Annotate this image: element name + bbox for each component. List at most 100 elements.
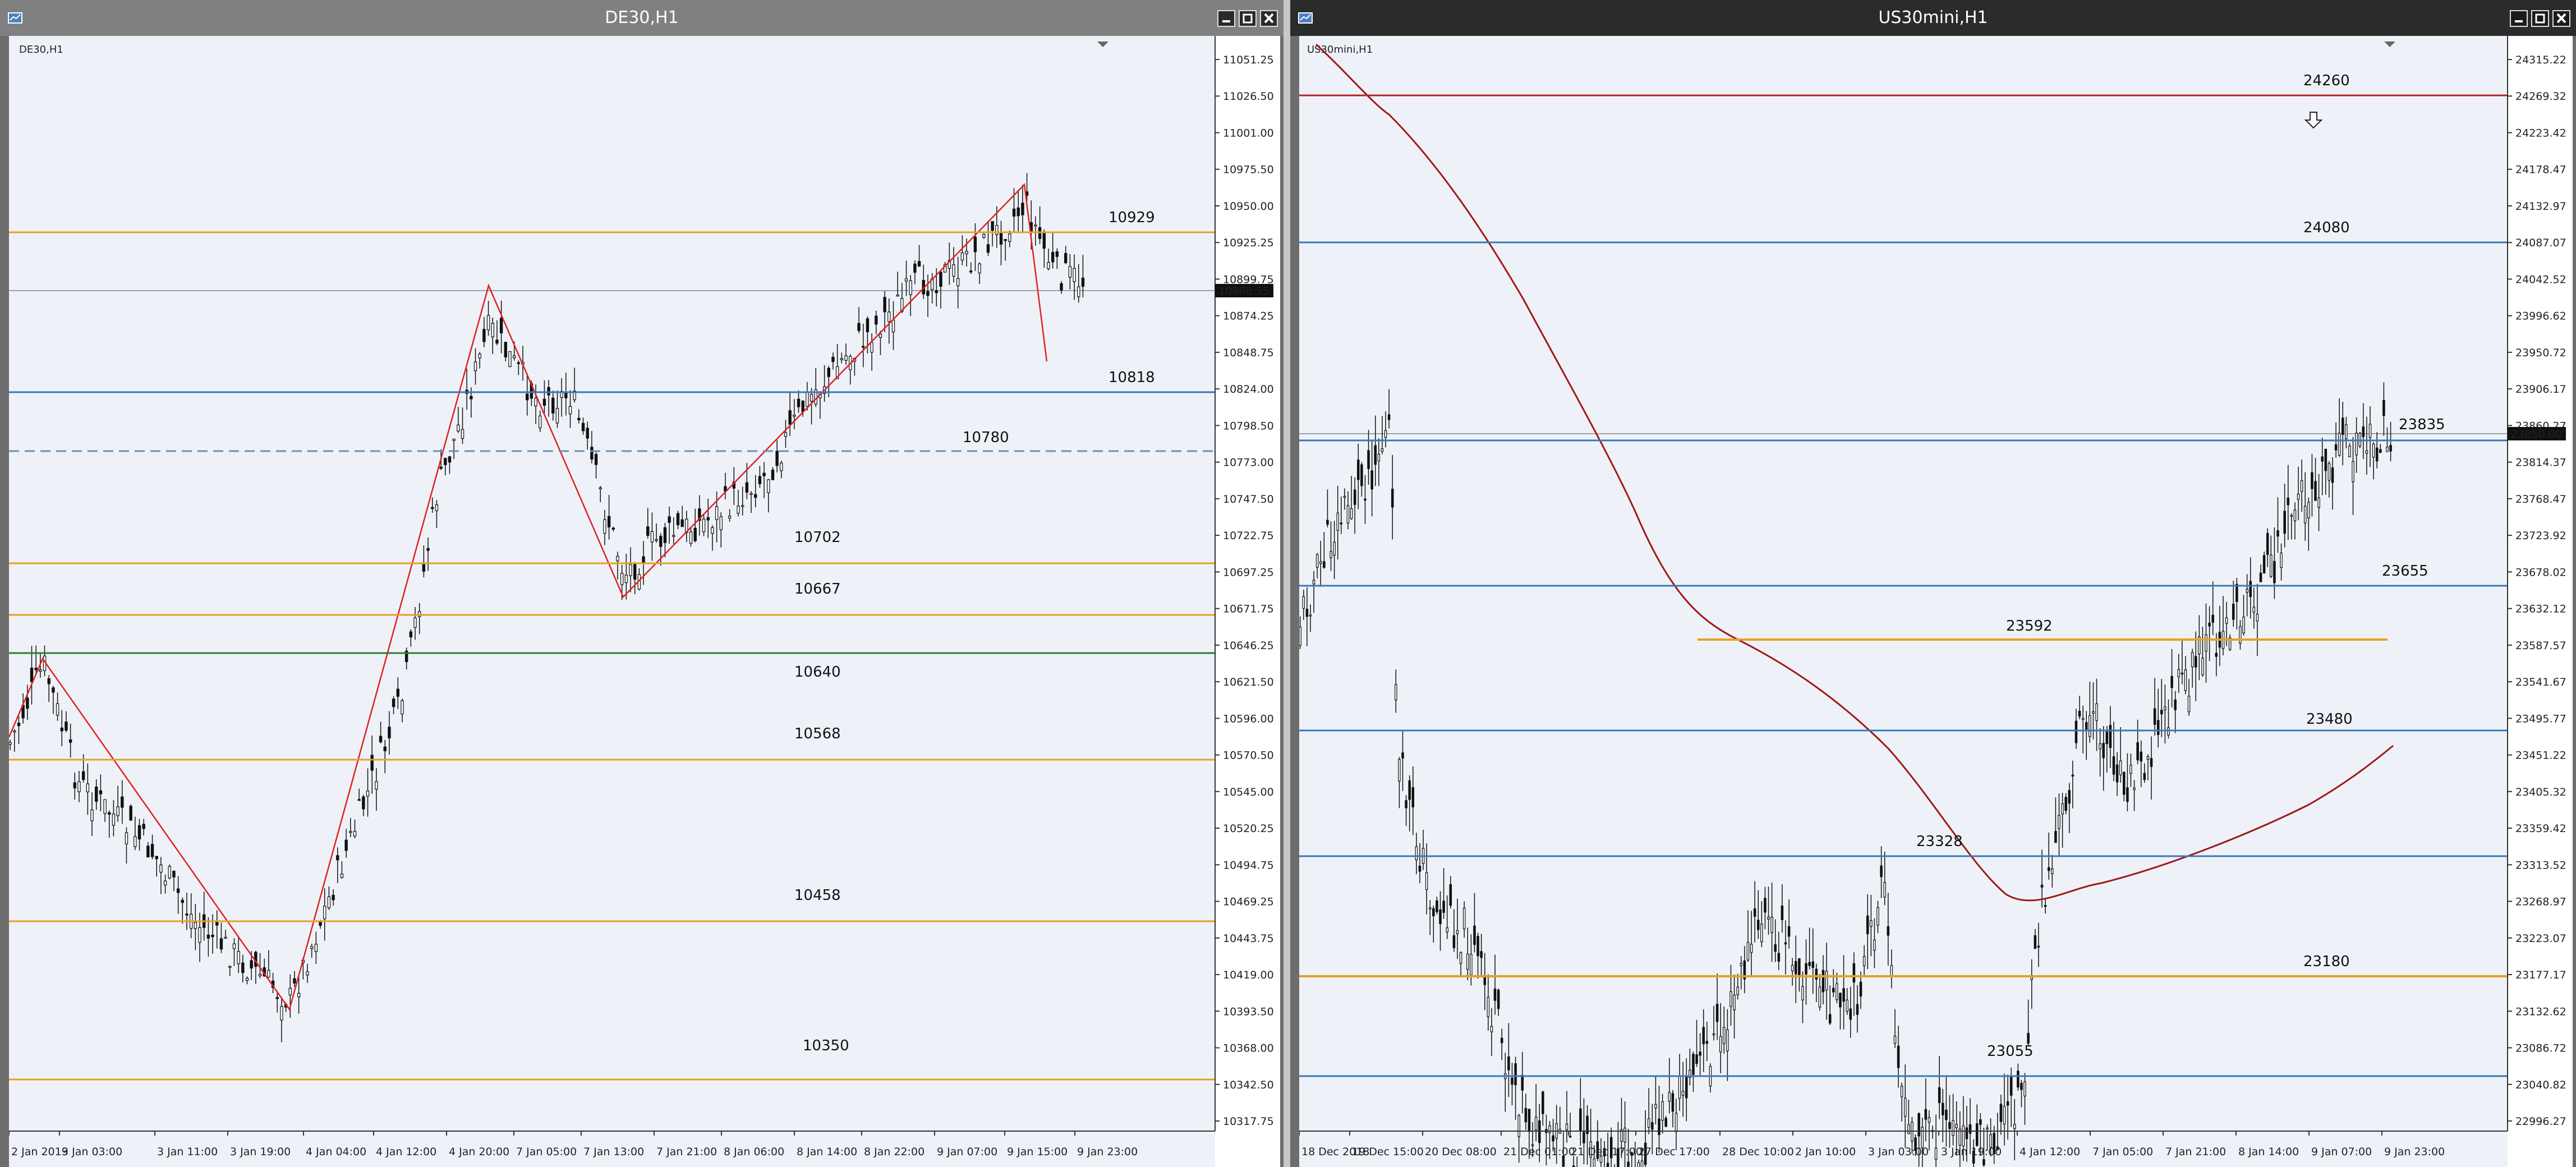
candle (2140, 751, 2143, 762)
candle (349, 831, 352, 833)
candle (1073, 268, 1076, 282)
price-tick-label: 10646.25 (1223, 640, 1274, 652)
time-tick-label: 7 Jan 21:00 (2165, 1146, 2226, 1158)
candle (108, 812, 111, 815)
candle (310, 946, 314, 949)
candle (1811, 961, 1815, 968)
candle (1627, 1161, 1630, 1167)
candle (1021, 203, 1024, 215)
candle (17, 723, 21, 727)
candle (486, 315, 490, 330)
candle (1887, 926, 1890, 936)
chart-window-de30[interactable]: DE30,H1 DE30,H1 10929 10818 10780 10702 1066… (0, 0, 1284, 1167)
candle (2211, 614, 2214, 623)
time-tick-label: 28 Dec 10:00 (1722, 1146, 1794, 1158)
time-tick-label: 4 Jan 20:00 (449, 1146, 509, 1158)
candle (362, 796, 365, 810)
candle (547, 387, 550, 396)
candle (973, 236, 977, 252)
candle (1787, 926, 1791, 937)
candle (336, 855, 339, 861)
candle (1890, 965, 1893, 977)
candle (2368, 424, 2372, 438)
candle (1391, 489, 1394, 508)
candle (2311, 472, 2313, 489)
candle (917, 261, 921, 267)
candle (775, 451, 779, 466)
candle (2085, 722, 2088, 730)
candle (2283, 511, 2286, 534)
candle (2321, 456, 2324, 462)
candle (1801, 986, 1804, 1000)
candle (2290, 514, 2293, 517)
candle (1842, 988, 1845, 1002)
time-tick-label: 8 Jan 22:00 (864, 1146, 924, 1158)
chart-shift-icon[interactable] (2384, 42, 2395, 47)
price-tick-label: 11026.50 (1223, 90, 1274, 103)
candle (81, 771, 85, 780)
chart-window-us30mini[interactable]: US30mini,H1 US30mini,H1 24260 24080 23835 2… (1290, 0, 2576, 1167)
candle (2300, 480, 2303, 492)
candle (1340, 522, 1343, 525)
candle (1794, 961, 1797, 975)
candle (340, 874, 344, 878)
chart-area[interactable]: DE30,H1 10929 10818 10780 10702 10667 10640 10… (9, 36, 1280, 1167)
price-tick-label: 23359.42 (2515, 823, 2566, 835)
candle (590, 447, 594, 460)
price-chart[interactable]: DE30,H1 10929 10818 10780 10702 10667 10640 10… (9, 36, 1280, 1167)
candle (470, 396, 473, 399)
candle (146, 846, 150, 858)
chart-shift-icon[interactable] (1097, 42, 1108, 47)
candle (1979, 1119, 1982, 1125)
candle (1446, 927, 1448, 933)
candle (1876, 907, 1879, 926)
candle (2133, 787, 2136, 791)
maximize-icon[interactable] (1239, 10, 1257, 27)
candle (2170, 676, 2173, 688)
candle (793, 415, 796, 417)
candle (34, 668, 38, 670)
candle (1428, 907, 1432, 909)
candle (719, 516, 723, 530)
window-titlebar[interactable]: DE30,H1 (0, 0, 1284, 36)
candle (1880, 865, 1883, 877)
price-tick-label: 10975.50 (1223, 164, 1274, 176)
candle (2143, 773, 2146, 780)
close-icon[interactable] (2552, 10, 2570, 27)
candle (2246, 589, 2248, 593)
price-tick-label: 22996.27 (2515, 1115, 2566, 1128)
time-tick-label: 21 Dec 01:00 (1503, 1146, 1575, 1158)
price-chart[interactable]: US30mini,H1 2426024080238352365523592234… (1299, 36, 2573, 1167)
candle (1825, 971, 1828, 991)
candle (250, 960, 253, 969)
candle (1945, 1109, 1948, 1120)
candle (1497, 989, 1500, 1009)
close-icon[interactable] (1260, 10, 1278, 27)
price-tick-label: 23814.37 (2515, 457, 2566, 469)
minimize-icon[interactable] (1217, 10, 1235, 27)
candle (224, 936, 227, 939)
candle (857, 323, 861, 331)
candle (1681, 1091, 1685, 1096)
candle (1986, 1127, 1989, 1129)
candle (181, 899, 185, 903)
candle (1411, 787, 1415, 807)
candle (1664, 1118, 1667, 1127)
candle (650, 531, 654, 543)
price-tick-label: 23541.67 (2515, 676, 2566, 688)
candle (1719, 1036, 1722, 1053)
candle (1568, 1136, 1572, 1138)
maximize-icon[interactable] (2531, 10, 2549, 27)
chart-area[interactable]: US30mini,H1 24260 24080 23835 23655 23592 234… (1299, 36, 2573, 1167)
price-tick-label: 10824.00 (1223, 383, 1274, 396)
candle (2365, 450, 2368, 454)
candle (2266, 532, 2269, 555)
candle (2074, 720, 2078, 743)
candle (366, 791, 370, 797)
window-titlebar[interactable]: US30mini,H1 (1290, 0, 2576, 36)
candle (676, 513, 680, 526)
minimize-icon[interactable] (2510, 10, 2528, 27)
candle (444, 458, 447, 465)
candle (1077, 286, 1080, 297)
candle (965, 251, 968, 254)
